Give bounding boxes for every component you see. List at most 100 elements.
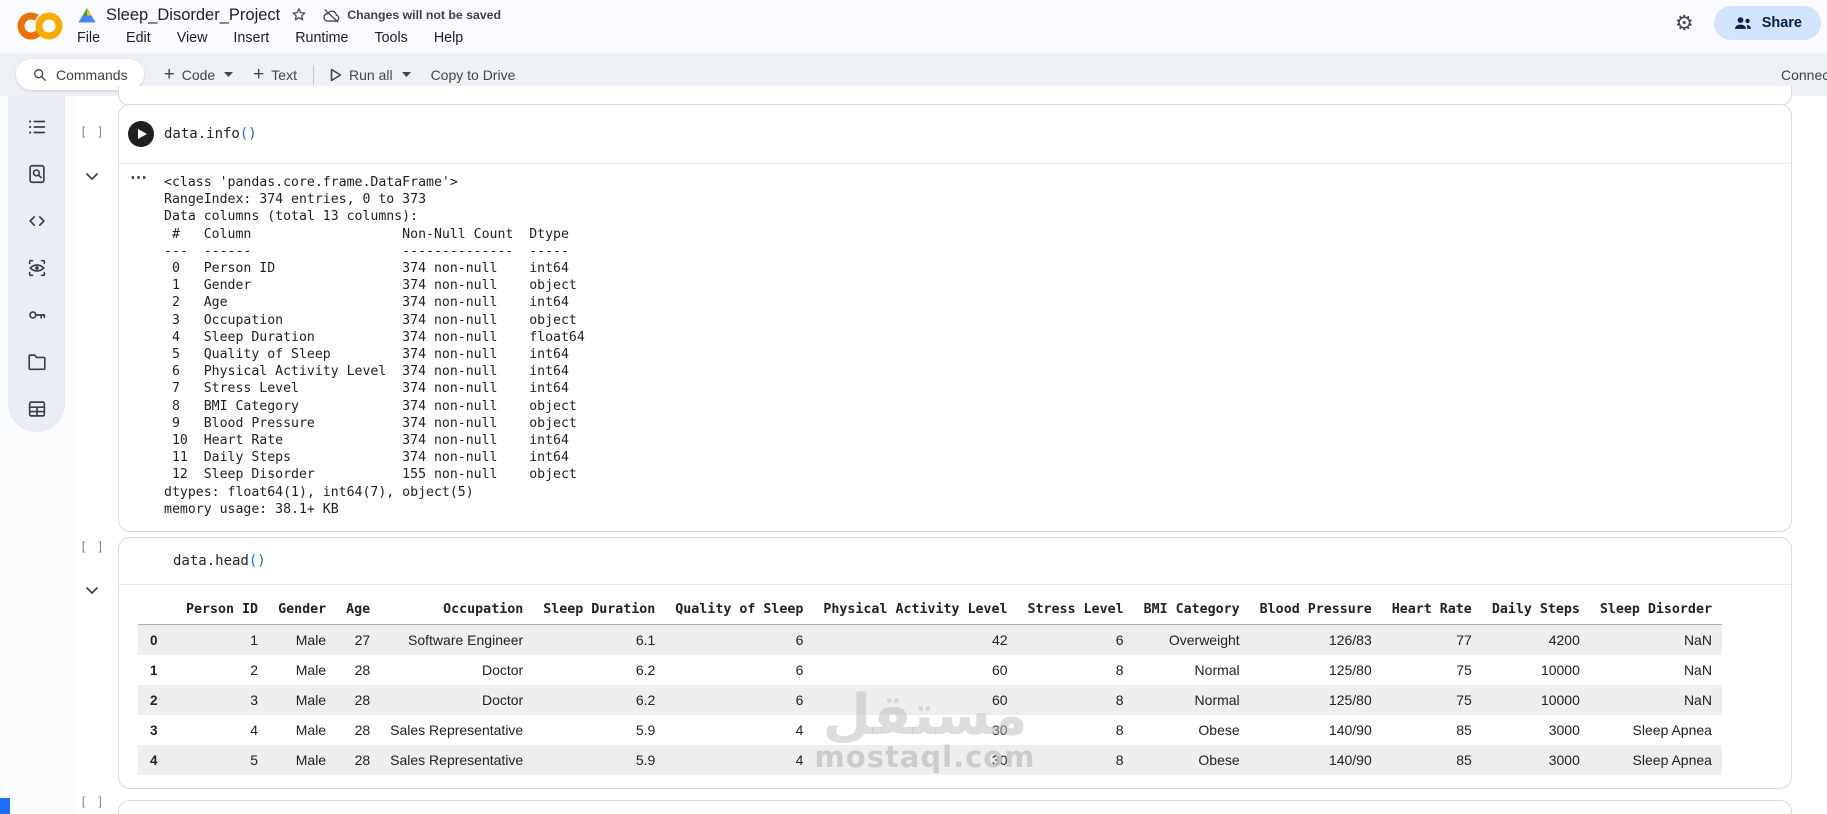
df-cell: 4: [250, 722, 259, 738]
df-cell: 28: [354, 722, 371, 738]
data-table-icon[interactable]: [16, 388, 58, 430]
df-cell: Obese: [1198, 752, 1240, 768]
df-column-header: BMI Category: [1133, 599, 1250, 625]
variable-inspector-icon[interactable]: [16, 247, 58, 289]
df-cell: 10000: [1540, 692, 1580, 708]
star-icon[interactable]: [290, 6, 308, 24]
df-column-header: Sleep Disorder: [1589, 599, 1722, 625]
df-cell: 6.1: [635, 632, 656, 648]
play-icon: [137, 129, 147, 139]
cell-output: Person ID Gender Age Occupation Sleep Durati…: [119, 585, 1791, 785]
df-column-header: Daily Steps: [1481, 599, 1590, 625]
df-cell: Normal: [1194, 662, 1240, 678]
chevron-down-icon[interactable]: [224, 72, 234, 77]
df-cell: Software Engineer: [408, 632, 524, 648]
df-cell: Overweight: [1168, 632, 1240, 648]
df-cell: 1: [250, 632, 259, 648]
notebook-title[interactable]: Sleep_Disorder_Project: [106, 6, 280, 25]
run-cell-button[interactable]: [128, 121, 154, 147]
play-outline-icon: [330, 68, 342, 82]
menu-tools[interactable]: Tools: [361, 30, 420, 46]
df-column-header: Age: [336, 599, 381, 625]
menu-insert[interactable]: Insert: [220, 30, 282, 46]
df-cell: 140/90: [1328, 722, 1372, 738]
df-cell: 77: [1456, 632, 1472, 648]
toolbar-divider: [312, 64, 314, 85]
df-cell: Obese: [1198, 722, 1240, 738]
df-cell: 6.2: [635, 692, 656, 708]
df-cell: 5.9: [635, 722, 656, 738]
df-cell: NaN: [1683, 632, 1712, 648]
code-editor-row[interactable]: data.head(): [119, 538, 1791, 585]
menu-help[interactable]: Help: [421, 30, 476, 46]
df-cell: Male: [295, 692, 327, 708]
df-cell: 6: [795, 692, 804, 708]
df-cell: 85: [1456, 722, 1472, 738]
df-cell: 5.9: [635, 752, 656, 768]
df-cell: Sales Representative: [390, 752, 524, 768]
copy-to-drive-label: Copy to Drive: [430, 66, 516, 83]
chevron-down-icon[interactable]: [85, 172, 99, 181]
df-cell: 75: [1456, 662, 1472, 678]
code-editor-row[interactable]: data.tail(): [119, 801, 1791, 814]
share-button[interactable]: Share: [1713, 6, 1821, 40]
df-cell: Doctor: [481, 692, 524, 708]
files-folder-icon[interactable]: [16, 341, 58, 383]
code-line[interactable]: data.info(): [164, 126, 257, 142]
df-column-header: Person ID: [176, 599, 269, 625]
df-cell: Male: [295, 752, 327, 768]
chevron-down-icon[interactable]: [401, 72, 411, 77]
df-cell: 126/83: [1328, 632, 1372, 648]
df-row-index: 4: [150, 752, 158, 768]
df-cell: 3: [250, 692, 259, 708]
df-cell: 125/80: [1328, 662, 1372, 678]
df-cell: NaN: [1683, 662, 1712, 678]
save-status-text: Changes will not be saved: [347, 8, 502, 22]
menu-runtime[interactable]: Runtime: [282, 30, 361, 46]
cell-run-gutter[interactable]: [ ]: [80, 125, 105, 139]
menu-view[interactable]: View: [164, 30, 221, 46]
chevron-down-icon[interactable]: [85, 586, 99, 595]
menu-file[interactable]: File: [64, 30, 113, 46]
output-menu-icon[interactable]: ⋯: [130, 168, 148, 188]
dataframe-table: Person ID Gender Age Occupation Sleep Durati…: [138, 599, 1722, 775]
df-cell: 4: [795, 722, 804, 738]
settings-gear-icon[interactable]: ⚙: [1675, 13, 1694, 34]
secrets-key-icon[interactable]: [16, 294, 58, 336]
code-editor-row[interactable]: data.info(): [119, 105, 1791, 164]
df-cell: 28: [354, 662, 371, 678]
df-cell: 8: [1115, 662, 1124, 678]
df-row: 3 4 Male 28 Sales Representative 5.9 4 30 8 Obese…: [138, 715, 1722, 745]
df-row-index: 1: [150, 662, 158, 678]
df-cell: 5: [250, 752, 259, 768]
find-and-replace-icon[interactable]: [16, 153, 58, 195]
df-cell: Doctor: [481, 662, 524, 678]
df-column-header: Physical Activity Level: [813, 599, 1018, 625]
add-code-label: Code: [181, 66, 216, 83]
cell-run-gutter[interactable]: [ ]: [80, 795, 105, 809]
cell-run-gutter[interactable]: [ ]: [80, 540, 105, 554]
df-row-index: 3: [150, 722, 158, 738]
corner-indicator: [0, 798, 10, 814]
df-cell: 75: [1456, 692, 1472, 708]
app-bar: Sleep_Disorder_Project Changes will not …: [0, 0, 1827, 53]
df-cell: Sleep Apnea: [1632, 752, 1712, 768]
code-snippets-icon[interactable]: [16, 200, 58, 242]
code-line[interactable]: data.head(): [173, 553, 266, 569]
menu-edit[interactable]: Edit: [113, 30, 164, 46]
save-status[interactable]: Changes will not be saved: [322, 7, 501, 24]
plus-icon: +: [253, 64, 265, 85]
code-cell-tail: data.tail(): [118, 800, 1792, 814]
df-cell: 3000: [1548, 722, 1580, 738]
cell-output: ⋯ <class 'pandas.core.frame.DataFrame'> …: [119, 164, 1791, 530]
df-cell: 4200: [1548, 632, 1580, 648]
df-cell: Sleep Apnea: [1632, 722, 1712, 738]
df-cell: 6: [795, 662, 804, 678]
colab-logo-icon[interactable]: [16, 9, 64, 43]
left-rail: [0, 96, 75, 814]
df-cell: Sales Representative: [390, 722, 524, 738]
df-cell: 85: [1456, 752, 1472, 768]
table-of-contents-icon[interactable]: [16, 106, 58, 148]
people-icon: [1733, 15, 1753, 31]
df-row-index: 2: [150, 692, 158, 708]
